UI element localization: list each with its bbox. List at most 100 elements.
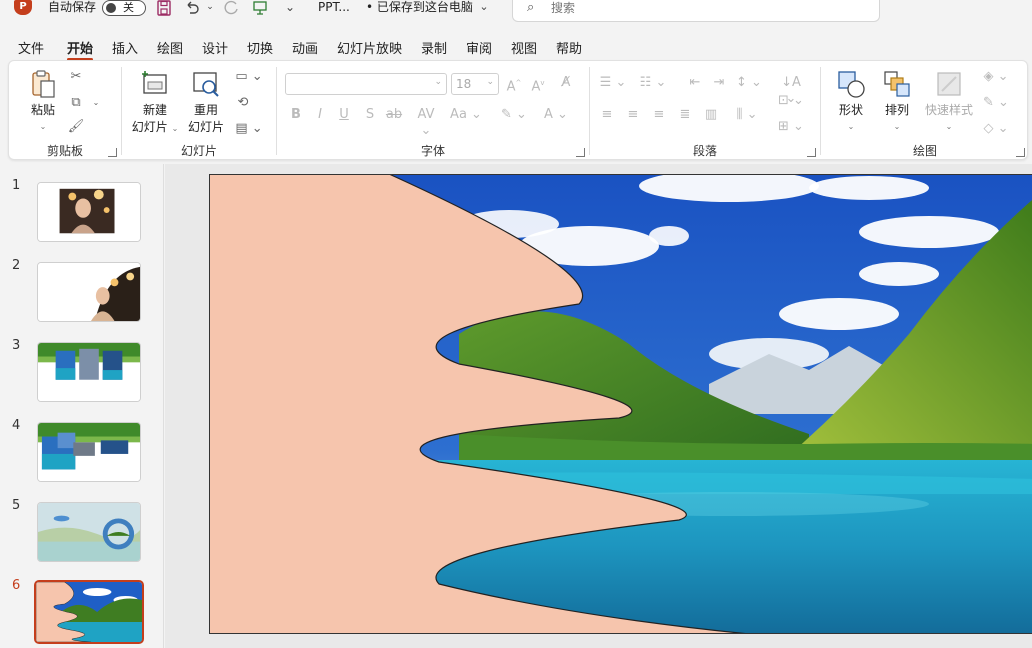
new-slide-label-line2: 幻灯片 bbox=[131, 120, 168, 134]
bold-icon[interactable]: B bbox=[287, 107, 305, 123]
drawing-launcher-icon[interactable] bbox=[1016, 148, 1025, 157]
slide-thumbnail-3[interactable] bbox=[37, 342, 141, 402]
tab-animations[interactable]: 动画 bbox=[292, 38, 318, 57]
new-slide-label-line1: 新建 bbox=[142, 103, 167, 117]
strikethrough-icon[interactable]: ab bbox=[385, 107, 403, 123]
tab-slideshow[interactable]: 幻灯片放映 bbox=[337, 38, 402, 57]
tab-insert[interactable]: 插入 bbox=[112, 38, 138, 57]
decrease-font-size-icon[interactable]: Av bbox=[529, 75, 547, 94]
distributed-icon[interactable]: ▥ bbox=[702, 107, 720, 123]
tab-transitions[interactable]: 切换 bbox=[247, 38, 273, 57]
quick-styles-icon bbox=[934, 69, 964, 99]
quick-styles-button[interactable]: 快速样式 ⌄ bbox=[921, 69, 977, 132]
tab-design[interactable]: 设计 bbox=[202, 38, 228, 57]
change-case-icon[interactable]: Aa ⌄ bbox=[449, 107, 483, 123]
document-name: PPT... bbox=[318, 0, 350, 14]
undo-dropdown-icon[interactable]: ⌄ bbox=[202, 0, 218, 16]
bullets-icon[interactable]: ☰ ⌄ bbox=[598, 75, 628, 91]
save-status[interactable]: • 已保存到这台电脑 bbox=[366, 0, 473, 16]
tab-file[interactable]: 文件 bbox=[18, 38, 44, 57]
slides-group-label: 幻灯片 bbox=[180, 144, 217, 158]
format-painter-icon[interactable]: 🖌 bbox=[67, 119, 85, 135]
columns-icon[interactable]: ⫼ ⌄ bbox=[732, 107, 762, 123]
slide-thumbnail-5[interactable] bbox=[37, 502, 141, 562]
present-icon[interactable] bbox=[252, 0, 268, 16]
underline-icon[interactable]: U bbox=[335, 107, 353, 123]
align-center-icon[interactable]: ≡ bbox=[624, 107, 642, 123]
font-size-combo[interactable]: 18 ⌄ bbox=[451, 73, 499, 95]
italic-icon[interactable]: I bbox=[311, 107, 329, 123]
new-slide-dropdown-icon[interactable]: ⌄ bbox=[172, 124, 179, 133]
reset-icon[interactable]: ⟲ bbox=[234, 95, 252, 111]
slide-thumbnail-2[interactable] bbox=[37, 262, 141, 322]
slide-thumbnail-6[interactable] bbox=[34, 580, 144, 644]
tab-home[interactable]: 开始 bbox=[67, 38, 94, 61]
font-size-value: 18 bbox=[456, 77, 472, 91]
highlight-color-icon[interactable]: ✎ ⌄ bbox=[497, 107, 531, 123]
shapes-button[interactable]: 形状 ⌄ bbox=[831, 69, 871, 132]
chevron-down-icon: ⌄ bbox=[434, 77, 442, 87]
justify-icon[interactable]: ≣ bbox=[676, 107, 694, 123]
slide-canvas[interactable] bbox=[209, 174, 1032, 634]
chevron-down-icon[interactable]: ⌄ bbox=[476, 0, 492, 16]
slide-number: 1 bbox=[12, 178, 21, 193]
align-right-icon[interactable]: ≡ bbox=[650, 107, 668, 123]
paste-dropdown-icon[interactable]: ⌄ bbox=[40, 122, 47, 131]
clear-formatting-icon[interactable]: A̸ bbox=[557, 75, 575, 91]
quick-styles-dropdown-icon[interactable]: ⌄ bbox=[946, 122, 953, 131]
save-icon[interactable] bbox=[156, 0, 172, 16]
slide-thumbnail-pane[interactable]: 1 2 3 4 5 6 bbox=[0, 164, 164, 648]
customize-icon[interactable]: ⌄ bbox=[282, 0, 298, 16]
tab-record[interactable]: 录制 bbox=[421, 38, 447, 57]
slide-image bbox=[209, 174, 1032, 634]
copy-dropdown-icon[interactable]: ⌄ bbox=[87, 95, 105, 111]
shape-fill-icon[interactable]: ◈ ⌄ bbox=[981, 69, 1011, 85]
font-launcher-icon[interactable] bbox=[576, 148, 585, 157]
tab-review[interactable]: 审阅 bbox=[466, 38, 492, 57]
font-color-icon[interactable]: A ⌄ bbox=[539, 107, 573, 123]
text-direction-icon[interactable]: ↓A ⌄ bbox=[776, 75, 806, 106]
shadow-icon[interactable]: S bbox=[361, 107, 379, 123]
font-group: ⌄ 18 ⌄ A^ Av A̸ B I U S ab AV ⌄ Aa ⌄ ✎ ⌄… bbox=[277, 61, 589, 159]
ribbon: 粘贴 ⌄ ✂ ⧉ ⌄ 🖌 剪贴板 新建 幻灯片 ⌄ 重用 幻灯片 ▭ ⌄ ⟲ ▤… bbox=[8, 60, 1028, 160]
new-slide-button[interactable]: 新建 幻灯片 ⌄ bbox=[130, 69, 180, 135]
tab-draw[interactable]: 绘图 bbox=[157, 38, 183, 57]
slide-editor[interactable] bbox=[165, 164, 1032, 648]
shape-outline-icon[interactable]: ✎ ⌄ bbox=[981, 95, 1011, 111]
shapes-label: 形状 bbox=[838, 103, 863, 117]
font-name-combo[interactable]: ⌄ bbox=[285, 73, 447, 95]
align-left-icon[interactable]: ≡ bbox=[598, 107, 616, 123]
increase-indent-icon[interactable]: ⇥ bbox=[710, 75, 728, 91]
copy-icon[interactable]: ⧉ bbox=[67, 95, 85, 111]
decrease-indent-icon[interactable]: ⇤ bbox=[686, 75, 704, 91]
undo-icon[interactable] bbox=[184, 0, 200, 16]
clipboard-group: 粘贴 ⌄ ✂ ⧉ ⌄ 🖌 剪贴板 bbox=[9, 61, 121, 159]
reuse-slides-button[interactable]: 重用 幻灯片 bbox=[184, 69, 228, 135]
paragraph-launcher-icon[interactable] bbox=[807, 148, 816, 157]
numbering-icon[interactable]: ☷ ⌄ bbox=[638, 75, 668, 91]
redo-icon[interactable] bbox=[224, 0, 240, 16]
autosave-toggle[interactable]: 关 bbox=[102, 0, 146, 16]
tab-help[interactable]: 帮助 bbox=[556, 38, 582, 57]
character-spacing-icon[interactable]: AV ⌄ bbox=[411, 107, 441, 138]
arrange-button[interactable]: 排列 ⌄ bbox=[877, 69, 917, 132]
paste-button[interactable]: 粘贴 ⌄ bbox=[23, 69, 63, 132]
shapes-dropdown-icon[interactable]: ⌄ bbox=[848, 122, 855, 131]
search-box[interactable]: ⌕ bbox=[512, 0, 880, 22]
font-group-label: 字体 bbox=[420, 144, 445, 158]
slide-thumbnail-1[interactable] bbox=[37, 182, 141, 242]
smartart-icon[interactable]: ⊞ ⌄ bbox=[776, 119, 806, 135]
search-input[interactable] bbox=[551, 0, 851, 16]
slide-thumbnail-4[interactable] bbox=[37, 422, 141, 482]
arrange-dropdown-icon[interactable]: ⌄ bbox=[894, 122, 901, 131]
clipboard-launcher-icon[interactable] bbox=[108, 148, 117, 157]
shape-effects-icon[interactable]: ◇ ⌄ bbox=[981, 121, 1011, 137]
cut-icon[interactable]: ✂ bbox=[67, 69, 85, 85]
section-icon[interactable]: ▤ ⌄ bbox=[234, 121, 264, 137]
tab-view[interactable]: 视图 bbox=[511, 38, 537, 57]
layout-icon[interactable]: ▭ ⌄ bbox=[234, 69, 264, 85]
align-text-icon[interactable]: ⊡ ⌄ bbox=[776, 93, 806, 109]
increase-font-size-icon[interactable]: A^ bbox=[505, 75, 523, 94]
line-spacing-icon[interactable]: ↕ ⌄ bbox=[734, 75, 764, 91]
clipboard-group-label: 剪贴板 bbox=[46, 144, 83, 158]
